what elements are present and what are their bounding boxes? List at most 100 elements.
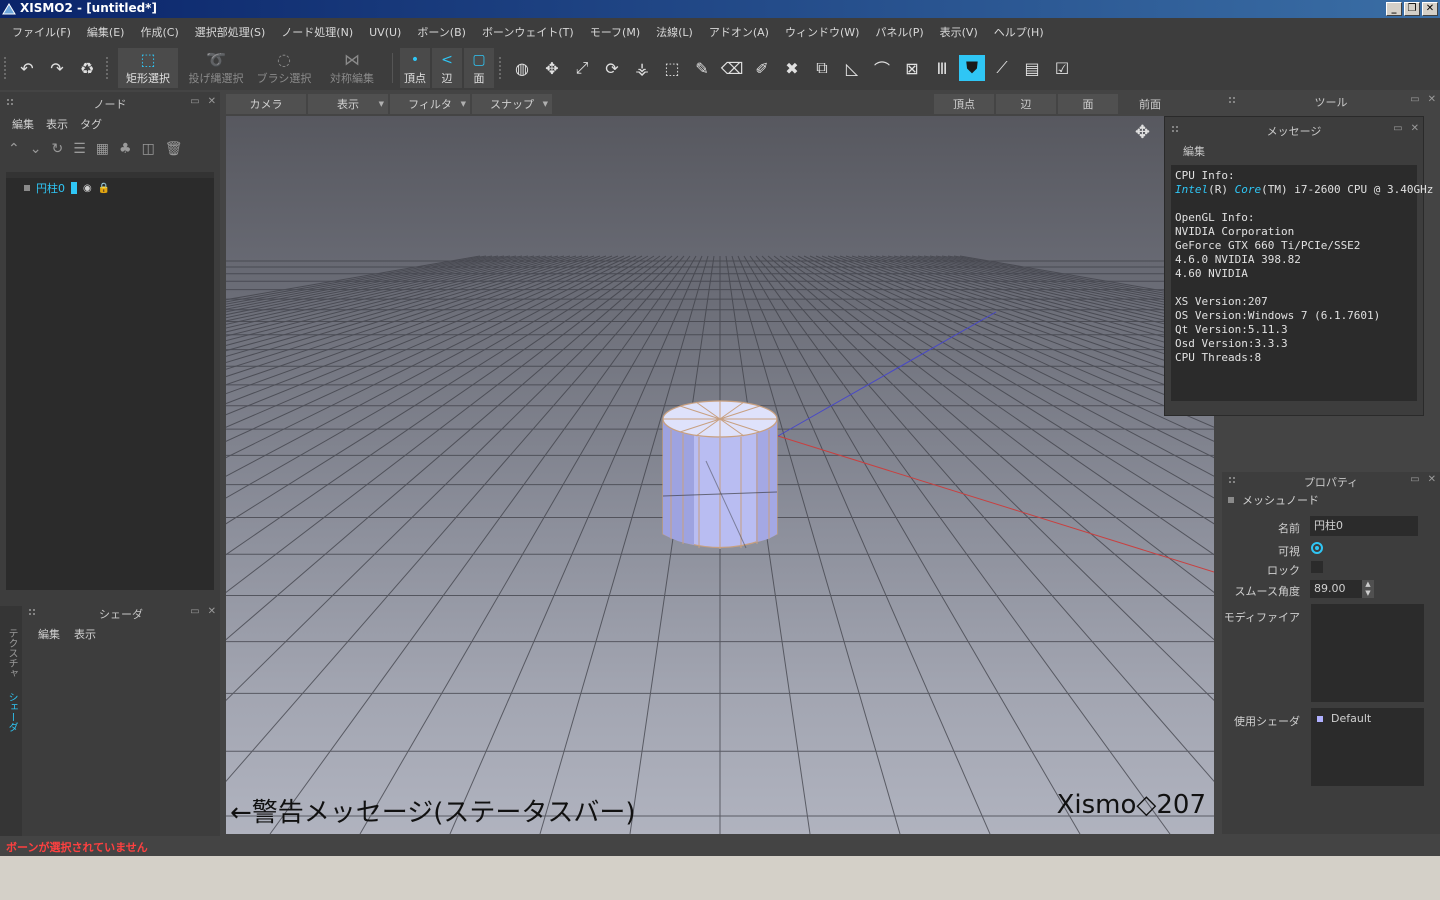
group-icon[interactable]: ♣ xyxy=(119,141,132,157)
tab-shader[interactable]: シェーダ xyxy=(4,692,19,732)
visible-radio[interactable] xyxy=(1311,542,1323,554)
menu-uv[interactable]: UV(U) xyxy=(361,26,409,39)
move-gizmo-icon[interactable]: ✥ xyxy=(1135,122,1150,143)
modifier-list[interactable] xyxy=(1311,604,1424,702)
collapse-icon[interactable]: ⊠ xyxy=(899,55,925,81)
pen-icon[interactable]: ✎ xyxy=(689,55,715,81)
shader-menu-view[interactable]: 表示 xyxy=(74,626,96,642)
menu-create[interactable]: 作成(C) xyxy=(132,24,186,40)
cube-icon[interactable]: ⧉ xyxy=(809,55,835,81)
edit-box-icon[interactable]: ☑ xyxy=(1049,55,1075,81)
brush-select-button[interactable]: ◌ ブラシ選択 xyxy=(254,48,314,88)
move-icon[interactable]: ✥ xyxy=(539,55,565,81)
menu-node[interactable]: ノード処理(N) xyxy=(273,24,361,40)
camera-dropdown[interactable]: カメラ xyxy=(226,94,306,114)
filter-dropdown[interactable]: フィルタ ▼ xyxy=(390,94,470,114)
node-menu-edit[interactable]: 編集 xyxy=(12,116,34,134)
shader-list-item[interactable]: Default xyxy=(1331,712,1371,725)
menu-bone-weight[interactable]: ボーンウェイト(T) xyxy=(474,24,582,40)
display-dropdown[interactable]: 表示 ▼ xyxy=(308,94,388,114)
bridge-icon[interactable]: Ⅲ xyxy=(929,55,955,81)
bevel-icon[interactable]: ◺ xyxy=(839,55,865,81)
face-filter-button[interactable]: 面 xyxy=(1058,94,1118,114)
minimize-button[interactable]: _ xyxy=(1386,2,1402,16)
menu-addon[interactable]: アドオン(A) xyxy=(701,24,777,40)
float-icon[interactable]: ▭ xyxy=(1393,123,1402,134)
tab-texture[interactable]: テクスチャ xyxy=(4,628,19,678)
toolbar-grip[interactable] xyxy=(106,57,110,79)
close-icon[interactable]: ✕ xyxy=(208,96,216,107)
face-mode-button[interactable]: ▢ 面 xyxy=(464,48,494,88)
close-icon[interactable]: ✕ xyxy=(1428,474,1436,485)
undo-icon[interactable]: ↶ xyxy=(14,55,40,81)
lock-checkbox[interactable] xyxy=(1311,561,1323,573)
stack-icon[interactable]: ☰ xyxy=(73,141,86,157)
eraser-icon[interactable]: ⌫ xyxy=(719,55,745,81)
arch-icon[interactable]: ⌒ xyxy=(869,55,895,81)
vertex-mode-button[interactable]: • 頂点 xyxy=(400,48,430,88)
marquee-icon[interactable]: ⬚ xyxy=(659,55,685,81)
knife-icon[interactable]: ⟋ xyxy=(989,55,1015,81)
pencil-icon[interactable]: ✐ xyxy=(749,55,775,81)
shader-menu-edit[interactable]: 編集 xyxy=(38,626,60,642)
recycle-icon[interactable]: ♻ xyxy=(74,55,100,81)
node-name[interactable]: 円柱0 xyxy=(36,180,65,196)
cylinder-mesh[interactable] xyxy=(662,400,778,549)
gizmo-icon[interactable]: ⚶ xyxy=(629,55,655,81)
close-button[interactable]: ✕ xyxy=(1422,2,1438,16)
rect-select-button[interactable]: ⬚ 矩形選択 xyxy=(118,48,178,88)
view-name-button[interactable]: 前面 xyxy=(1120,94,1180,114)
close-icon[interactable]: ✕ xyxy=(1411,123,1419,134)
menu-edit[interactable]: 編集(E) xyxy=(79,24,133,40)
node-row[interactable]: 円柱0 ◉ 🔒 xyxy=(24,180,110,196)
film-icon[interactable]: ▤ xyxy=(1019,55,1045,81)
smooth-angle-stepper[interactable]: ▲ ▼ xyxy=(1362,580,1374,598)
smooth-angle-input[interactable]: 89.00 xyxy=(1310,580,1362,598)
3d-viewport[interactable]: ✥ ←警告メッセージ(ステータスバー) Xismo◇207 xyxy=(226,116,1214,834)
eye-icon[interactable]: ◉ xyxy=(83,183,92,194)
lock-icon[interactable]: 🔒 xyxy=(98,183,110,194)
scale-icon[interactable]: ⤢ xyxy=(569,55,595,81)
float-icon[interactable]: ▭ xyxy=(1410,94,1419,105)
shader-list[interactable]: Default xyxy=(1311,708,1424,786)
close-icon[interactable]: ✕ xyxy=(1428,94,1436,105)
menu-morph[interactable]: モーフ(M) xyxy=(582,24,648,40)
box-icon[interactable]: ◫ xyxy=(142,141,155,157)
symmetric-edit-button[interactable]: ⋈ 対称編集 xyxy=(322,48,382,88)
menu-bone[interactable]: ボーン(B) xyxy=(409,24,474,40)
vertex-filter-button[interactable]: 頂点 xyxy=(934,94,994,114)
maximize-button[interactable]: ❐ xyxy=(1404,2,1420,16)
move-up-icon[interactable]: ⌃ xyxy=(8,141,20,157)
menu-normal[interactable]: 法線(L) xyxy=(648,24,701,40)
menu-window[interactable]: ウィンドウ(W) xyxy=(777,24,867,40)
menu-panel[interactable]: パネル(P) xyxy=(867,24,931,40)
lasso-select-button[interactable]: ➰ 投げ縄選択 xyxy=(186,48,246,88)
menu-file[interactable]: ファイル(F) xyxy=(4,24,79,40)
refresh-icon[interactable]: ↻ xyxy=(51,141,63,157)
float-icon[interactable]: ▭ xyxy=(190,606,199,617)
bag-icon[interactable]: ⛊ xyxy=(959,55,985,81)
node-menu-view[interactable]: 表示 xyxy=(46,116,68,134)
toolbar-grip[interactable] xyxy=(499,57,503,79)
weld-icon[interactable]: ✖ xyxy=(779,55,805,81)
toolbar-grip[interactable] xyxy=(4,57,8,79)
move-down-icon[interactable]: ⌄ xyxy=(30,141,42,157)
name-field[interactable]: 円柱0 xyxy=(1310,516,1418,536)
edge-filter-button[interactable]: 辺 xyxy=(996,94,1056,114)
mesh-node-section[interactable]: メッシュノード xyxy=(1228,492,1319,508)
menu-help[interactable]: ヘルプ(H) xyxy=(986,24,1052,40)
close-icon[interactable]: ✕ xyxy=(208,606,216,617)
menu-view[interactable]: 表示(V) xyxy=(932,24,986,40)
edge-mode-button[interactable]: < 辺 xyxy=(432,48,462,88)
trash-icon[interactable]: 🗑 xyxy=(165,141,183,157)
message-menu-edit[interactable]: 編集 xyxy=(1183,143,1205,159)
grid-icon[interactable]: ▦ xyxy=(96,141,109,157)
redo-icon[interactable]: ↷ xyxy=(44,55,70,81)
globe-icon[interactable]: ◍ xyxy=(509,55,535,81)
menu-selection[interactable]: 選択部処理(S) xyxy=(187,24,274,40)
float-icon[interactable]: ▭ xyxy=(1410,474,1419,485)
node-menu-tag[interactable]: タグ xyxy=(80,116,102,134)
float-icon[interactable]: ▭ xyxy=(190,96,199,107)
rotate-icon[interactable]: ⟳ xyxy=(599,55,625,81)
snap-dropdown[interactable]: スナップ ▼ xyxy=(472,94,552,114)
